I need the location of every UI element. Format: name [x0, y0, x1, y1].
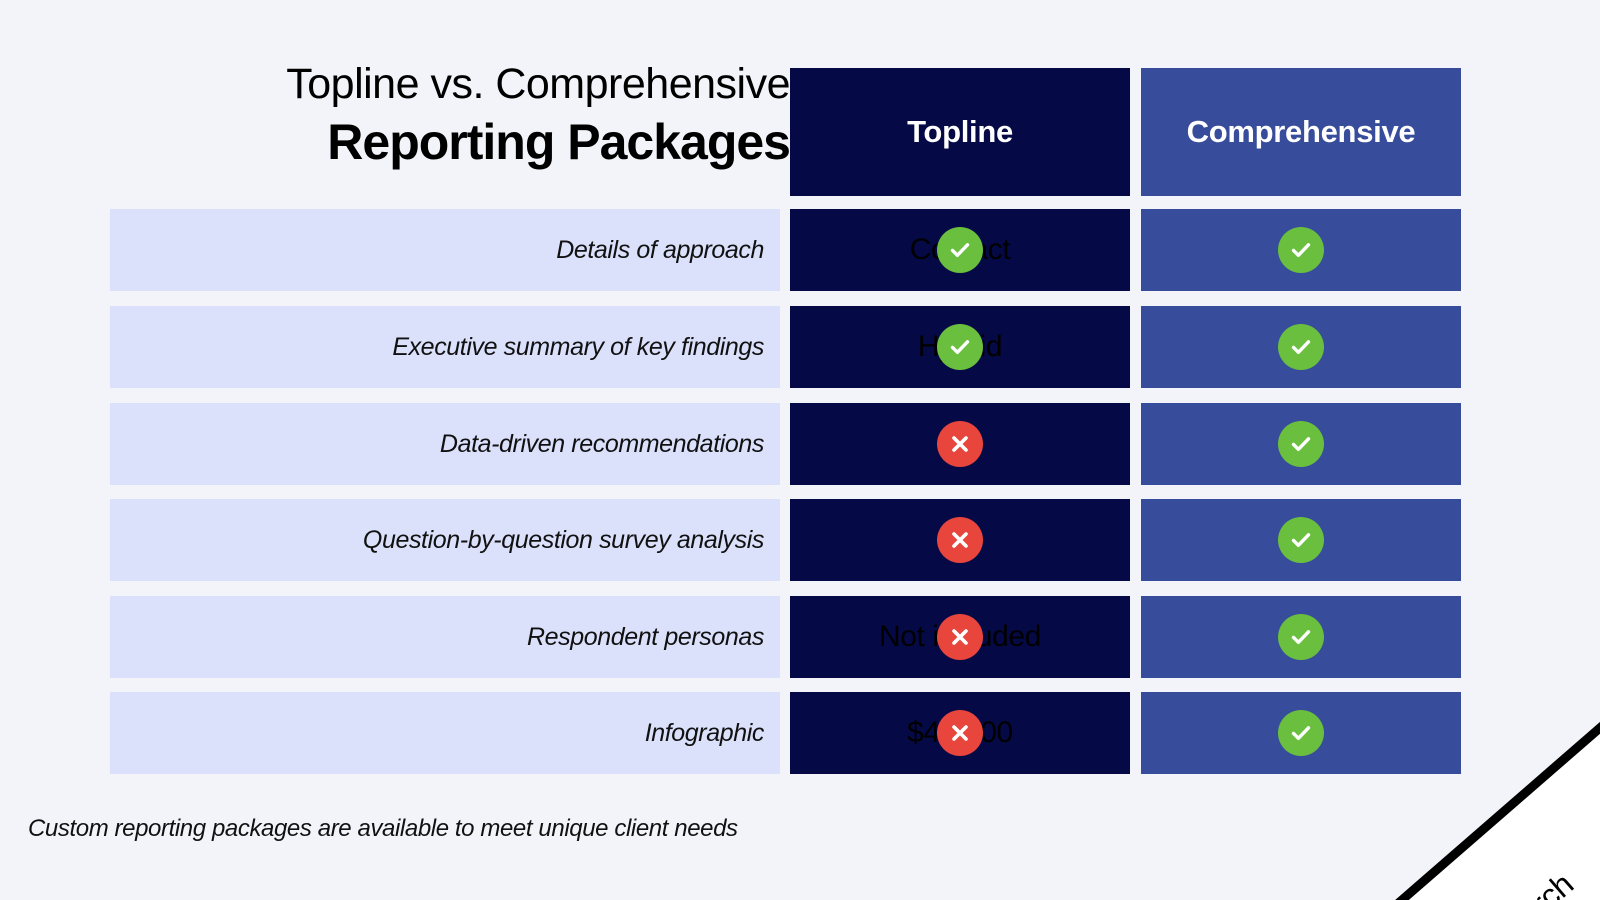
- cell-comprehensive: [1141, 692, 1461, 774]
- table-row: Respondent personas Not included: [0, 596, 1600, 678]
- brand-logo: driveresearch: [1359, 860, 1585, 900]
- check-circle-icon: [1278, 421, 1324, 467]
- check-circle-icon: [1278, 517, 1324, 563]
- cross-circle-icon: [937, 710, 983, 756]
- cell-comprehensive: [1141, 209, 1461, 291]
- check-circle-icon: [1278, 324, 1324, 370]
- cell-topline: Not included: [790, 596, 1130, 678]
- page-title: Topline vs. Comprehensive Reporting Pack…: [110, 58, 791, 172]
- table-row: Details of approach Contact: [0, 209, 1600, 291]
- column-header-comprehensive: Comprehensive: [1141, 68, 1461, 196]
- cell-topline: Contact: [790, 209, 1130, 291]
- check-circle-icon: [1278, 614, 1324, 660]
- check-circle-icon: [937, 227, 983, 273]
- title-line-primary: Topline vs. Comprehensive: [286, 60, 790, 108]
- row-label-cell: Executive summary of key findings: [110, 306, 780, 388]
- row-label: Infographic: [644, 718, 765, 747]
- cell-topline: 2 0: [790, 403, 1130, 485]
- cell-topline: Hybrid: [790, 306, 1130, 388]
- check-circle-icon: [1278, 227, 1324, 273]
- cell-comprehensive: [1141, 499, 1461, 581]
- title-line-secondary: Reporting Packages: [327, 113, 791, 170]
- brand-logo-wordmark: driveresearch: [1410, 866, 1580, 900]
- row-label-cell: Respondent personas: [110, 596, 780, 678]
- column-header-topline-label: Topline: [907, 114, 1013, 149]
- column-header-topline: Topline: [790, 68, 1130, 196]
- cross-circle-icon: [937, 517, 983, 563]
- cell-comprehensive: [1141, 306, 1461, 388]
- cell-topline: [790, 499, 1130, 581]
- table-row: Question-by-question survey analysis: [0, 499, 1600, 581]
- row-label-cell: Details of approach: [110, 209, 780, 291]
- cell-comprehensive: [1141, 403, 1461, 485]
- cell-topline: $45,000: [790, 692, 1130, 774]
- cross-circle-icon: [937, 614, 983, 660]
- check-circle-icon: [1278, 710, 1324, 756]
- table-row: Executive summary of key findings Hybrid: [0, 306, 1600, 388]
- table-row: Data-driven recommendations 2 0: [0, 403, 1600, 485]
- row-label-cell: Infographic: [110, 692, 780, 774]
- row-label: Details of approach: [556, 235, 764, 264]
- cell-comprehensive: [1141, 596, 1461, 678]
- row-label-cell: Data-driven recommendations: [110, 403, 780, 485]
- column-header-comprehensive-label: Comprehensive: [1186, 114, 1416, 149]
- comparison-infographic: Topline vs. Comprehensive Reporting Pack…: [0, 0, 1600, 900]
- row-label: Data-driven recommendations: [439, 429, 764, 458]
- row-label: Question-by-question survey analysis: [362, 525, 764, 554]
- row-label: Executive summary of key findings: [392, 332, 764, 361]
- brand-logo-research: research: [1466, 866, 1580, 900]
- cross-circle-icon: [937, 421, 983, 467]
- row-label-cell: Question-by-question survey analysis: [110, 499, 780, 581]
- footer-note: Custom reporting packages are available …: [28, 815, 738, 842]
- row-label: Respondent personas: [526, 622, 764, 651]
- check-circle-icon: [937, 324, 983, 370]
- table-row: Infographic $45,000: [0, 692, 1600, 774]
